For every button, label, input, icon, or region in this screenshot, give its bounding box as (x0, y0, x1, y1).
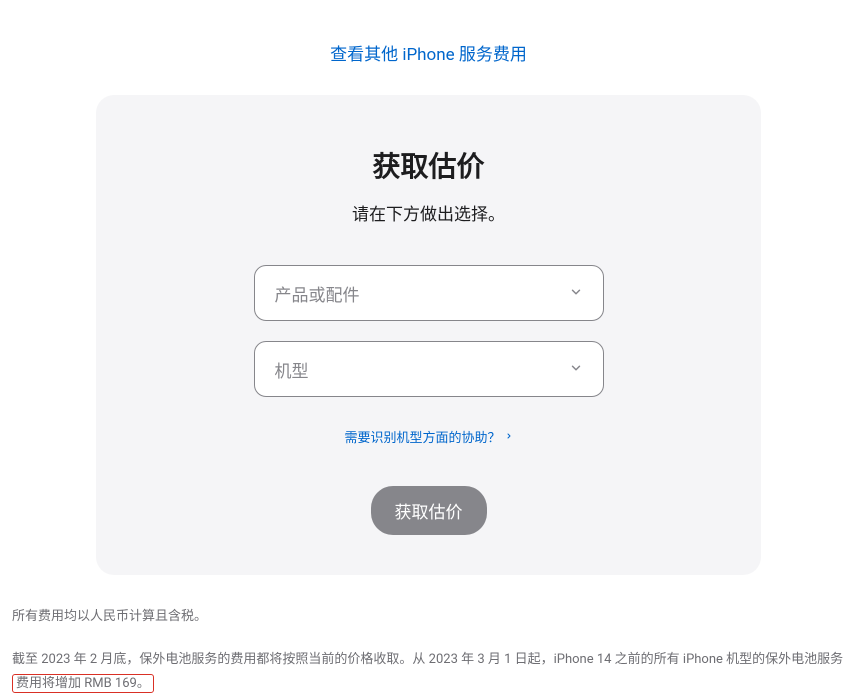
price-increase-highlight: 费用将增加 RMB 169。 (12, 674, 154, 693)
chevron-down-icon (569, 284, 583, 303)
footer-text: 所有费用均以人民币计算且含税。 截至 2023 年 2 月底，保外电池服务的费用… (0, 575, 857, 697)
model-select-placeholder: 机型 (275, 357, 569, 382)
card-subtitle: 请在下方做出选择。 (146, 200, 711, 225)
estimate-card: 获取估价 请在下方做出选择。 产品或配件 机型 需要识别机型方面的协助？ 获取估… (96, 95, 761, 575)
chevron-down-icon (569, 360, 583, 379)
get-estimate-button[interactable]: 获取估价 (371, 486, 487, 535)
product-select-placeholder: 产品或配件 (275, 281, 569, 306)
footer-line-1: 所有费用均以人民币计算且含税。 (12, 605, 845, 630)
top-other-services-link[interactable]: 查看其他 iPhone 服务费用 (0, 0, 857, 95)
product-select[interactable]: 产品或配件 (254, 265, 604, 321)
card-title: 获取估价 (146, 145, 711, 185)
model-select[interactable]: 机型 (254, 341, 604, 397)
chevron-right-icon (505, 429, 513, 444)
identify-model-help-link[interactable]: 需要识别机型方面的协助？ (344, 427, 512, 446)
help-link-text: 需要识别机型方面的协助？ (344, 427, 500, 446)
footer-line-2: 截至 2023 年 2 月底，保外电池服务的费用都将按照当前的价格收取。从 20… (12, 648, 845, 697)
